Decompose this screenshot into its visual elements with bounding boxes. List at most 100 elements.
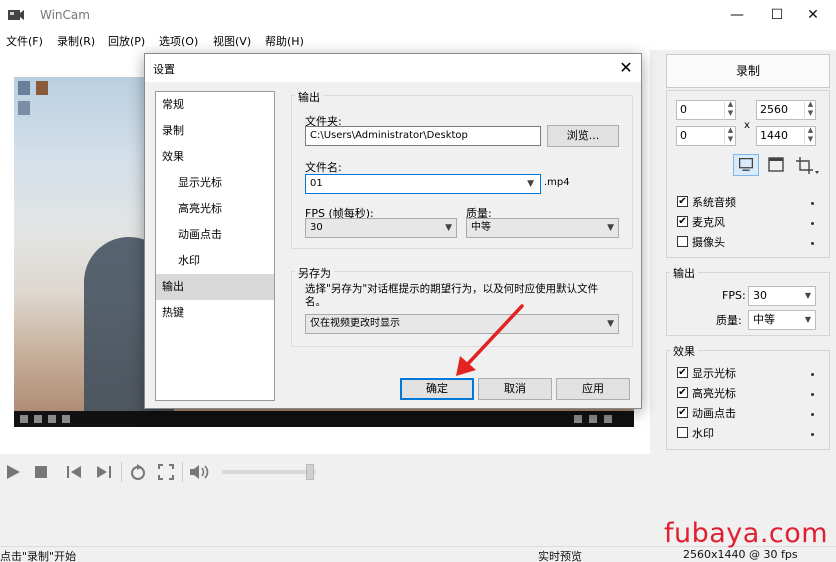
fps-select[interactable]: 30 ▼ xyxy=(748,286,816,306)
nav-item-recording[interactable]: 录制 xyxy=(156,118,274,144)
stop-icon[interactable] xyxy=(32,462,50,482)
more-dot-icon[interactable] xyxy=(811,373,814,376)
browse-button[interactable]: 浏览... xyxy=(547,125,619,147)
nav-item-show-cursor[interactable]: 显示光标 xyxy=(156,170,274,196)
taskbar-icon xyxy=(48,415,56,423)
dialog-title-bar: 设置 ✕ xyxy=(145,54,641,82)
filename-input[interactable]: 01 ▼ xyxy=(305,174,541,194)
region-width-input[interactable]: 2560 ▲ ▼ xyxy=(756,100,816,120)
dialog-close-button[interactable]: ✕ xyxy=(615,57,637,79)
microphone-checkbox[interactable]: ✔ xyxy=(677,216,688,227)
chevron-down-icon: ▼ xyxy=(445,223,452,233)
region-y-value: 0 xyxy=(680,129,687,142)
menu-view[interactable]: 视图(V) xyxy=(213,33,251,49)
fps-value: 30 xyxy=(753,289,767,302)
tray-icon xyxy=(604,415,612,423)
close-button[interactable]: ✕ xyxy=(790,3,836,27)
filename-label: 文件名: xyxy=(305,161,342,174)
save-as-legend: 另存为 xyxy=(295,265,334,281)
desktop-icon xyxy=(18,101,30,115)
watermark-checkbox[interactable] xyxy=(677,427,688,438)
cancel-button[interactable]: 取消 xyxy=(478,378,552,400)
nav-item-output[interactable]: 输出 xyxy=(156,274,274,300)
highlight-cursor-checkbox[interactable]: ✔ xyxy=(677,387,688,398)
loop-icon[interactable] xyxy=(128,462,148,482)
animate-clicks-label: 动画点击 xyxy=(692,407,736,420)
save-as-value: 仅在视频更改时显示 xyxy=(310,318,400,329)
fps-select[interactable]: 30 ▼ xyxy=(305,218,457,238)
camera-checkbox[interactable] xyxy=(677,236,688,247)
desktop-icon xyxy=(36,81,48,95)
more-dot-icon[interactable] xyxy=(811,202,814,205)
volume-icon[interactable] xyxy=(188,462,214,482)
skip-start-icon[interactable] xyxy=(64,462,84,482)
spinner-arrows[interactable]: ▲ ▼ xyxy=(804,126,816,146)
window-icon[interactable] xyxy=(764,154,788,176)
nav-item-general[interactable]: 常规 xyxy=(156,92,274,118)
crop-region-icon[interactable] xyxy=(792,154,820,176)
chevron-down-icon: ▼ xyxy=(607,223,614,233)
region-x-input[interactable]: 0 ▲ ▼ xyxy=(676,100,736,120)
effects-group-title: 效果 xyxy=(670,343,698,359)
animate-clicks-checkbox[interactable]: ✔ xyxy=(677,407,688,418)
menu-file[interactable]: 文件(F) xyxy=(6,33,43,49)
more-dot-icon[interactable] xyxy=(811,433,814,436)
nav-item-watermark[interactable]: 水印 xyxy=(156,248,274,274)
apply-button[interactable]: 应用 xyxy=(556,378,630,400)
fullscreen-icon[interactable] xyxy=(156,462,176,482)
size-separator: x xyxy=(744,120,750,131)
fps-label: FPS: xyxy=(722,289,746,302)
more-dot-icon[interactable] xyxy=(811,242,814,245)
volume-slider[interactable] xyxy=(222,470,316,474)
chevron-down-icon: ▼ xyxy=(804,315,811,324)
dialog-title: 设置 xyxy=(153,63,175,76)
tray-icon xyxy=(589,415,597,423)
player-controls xyxy=(0,454,650,490)
more-dot-icon[interactable] xyxy=(811,222,814,225)
window-title: WinCam xyxy=(40,8,90,22)
chevron-down-icon[interactable]: ▼ xyxy=(527,175,534,193)
folder-input[interactable]: C:\Users\Administrator\Desktop xyxy=(305,126,541,146)
menu-bar: 文件(F) 录制(R) 回放(P) 选项(O) 视图(V) 帮助(H) xyxy=(0,30,836,50)
menu-options[interactable]: 选项(O) xyxy=(159,33,198,49)
monitor-icon[interactable] xyxy=(733,154,759,176)
nav-item-animate-clicks[interactable]: 动画点击 xyxy=(156,222,274,248)
ok-button[interactable]: 确定 xyxy=(400,378,474,400)
region-x-value: 0 xyxy=(680,103,687,116)
filename-value: 01 xyxy=(310,178,323,189)
play-icon[interactable] xyxy=(4,462,22,482)
quality-value: 中等 xyxy=(471,222,491,233)
system-audio-label: 系统音频 xyxy=(692,196,736,209)
menu-playback[interactable]: 回放(P) xyxy=(108,33,145,49)
system-audio-checkbox[interactable]: ✔ xyxy=(677,196,688,207)
skip-end-icon[interactable] xyxy=(94,462,114,482)
output-legend: 输出 xyxy=(295,89,323,105)
region-width-value: 2560 xyxy=(760,103,788,116)
effects-group xyxy=(666,350,830,450)
title-bar: WinCam — ☐ ✕ xyxy=(0,0,836,30)
spinner-arrows[interactable]: ▲ ▼ xyxy=(724,100,736,120)
menu-record[interactable]: 录制(R) xyxy=(57,33,95,49)
region-height-input[interactable]: 1440 ▲ ▼ xyxy=(756,126,816,146)
spinner-arrows[interactable]: ▲ ▼ xyxy=(724,126,736,146)
menu-help[interactable]: 帮助(H) xyxy=(265,33,304,49)
settings-dialog: 设置 ✕ 常规 录制 效果 显示光标 高亮光标 动画点击 水印 输出 热键 输出… xyxy=(144,53,642,409)
more-dot-icon[interactable] xyxy=(811,413,814,416)
spinner-arrows[interactable]: ▲ ▼ xyxy=(804,100,816,120)
region-y-input[interactable]: 0 ▲ ▼ xyxy=(676,126,736,146)
nav-item-highlight-cursor[interactable]: 高亮光标 xyxy=(156,196,274,222)
volume-slider-thumb[interactable] xyxy=(306,464,314,480)
settings-nav-list: 常规 录制 效果 显示光标 高亮光标 动画点击 水印 输出 热键 xyxy=(155,91,275,401)
quality-select[interactable]: 中等 ▼ xyxy=(748,310,816,330)
show-cursor-checkbox[interactable]: ✔ xyxy=(677,367,688,378)
camera-label: 摄像头 xyxy=(692,236,725,249)
record-button[interactable]: 录制 xyxy=(666,54,830,88)
quality-select[interactable]: 中等 ▼ xyxy=(466,218,619,238)
output-group-title: 输出 xyxy=(670,265,698,281)
nav-item-hotkeys[interactable]: 热键 xyxy=(156,300,274,326)
nav-item-effects[interactable]: 效果 xyxy=(156,144,274,170)
microphone-label: 麦克风 xyxy=(692,216,725,229)
more-dot-icon[interactable] xyxy=(811,393,814,396)
annotation-arrow-icon xyxy=(456,304,524,376)
show-cursor-label: 显示光标 xyxy=(692,367,736,380)
